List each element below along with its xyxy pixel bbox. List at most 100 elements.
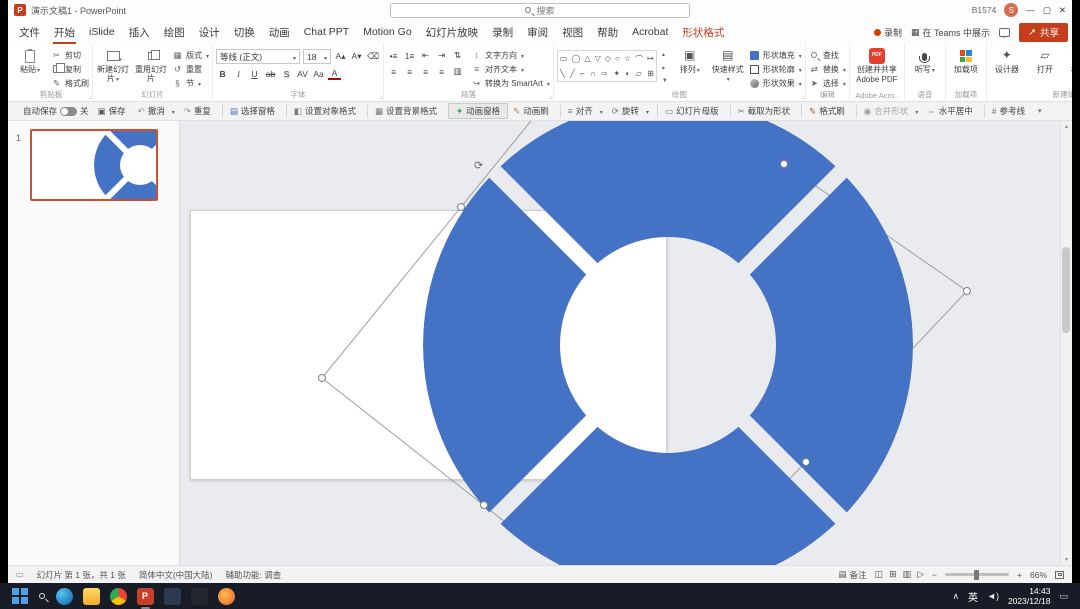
shape-option[interactable]: ↦ [647,54,654,65]
ribbon-tab[interactable]: 切换 [227,20,262,44]
section-button[interactable]: 节 [172,77,209,89]
shape-option[interactable]: ⊞ [647,69,654,78]
align-right-button[interactable] [419,65,432,78]
zoom-slider[interactable] [945,569,1010,580]
ribbon-tab[interactable]: 动画 [262,20,297,44]
maximize-button[interactable] [1043,5,1051,16]
shape-option[interactable]: ⇨ [601,69,608,78]
rotate-handle-icon[interactable]: ⟳ [474,160,483,172]
qat-overflow-button[interactable] [1038,107,1042,115]
shape-option[interactable]: ☆ [624,54,631,65]
font-color-button[interactable]: A [328,67,342,80]
taskbar-app-icon[interactable] [109,587,127,605]
qat-button[interactable]: # 参考线 [983,104,1032,118]
shape-option[interactable]: ╲ [560,69,565,78]
slide-canvas[interactable]: ⟳ [180,121,1072,565]
qat-button[interactable]: ↷ 重复 [180,104,218,118]
shape-option[interactable]: ⌒ [635,54,643,65]
taskbar-app-icon[interactable] [217,587,235,605]
numbering-button[interactable] [403,49,416,62]
ribbon-tab[interactable]: 设计 [192,20,227,44]
ribbon-tab[interactable]: 开始 [47,20,82,44]
close-button[interactable] [1059,5,1066,16]
cut-button[interactable]: 剪切 [51,49,89,61]
view-button[interactable] [917,569,924,580]
qat-button[interactable]: ▣ 保存 [94,104,133,118]
vertical-scrollbar[interactable] [1060,121,1072,565]
share-button[interactable]: 共享 [1019,22,1068,42]
search-input[interactable]: 搜索 [390,2,690,18]
ribbon-tab[interactable]: iSlide [82,20,122,44]
ribbon-tab[interactable]: Chat PPT [297,20,357,44]
shape-option[interactable]: ◇ [605,54,611,65]
notification-icon[interactable] [1059,591,1068,602]
qat-button[interactable]: ⇔ 水平居中 [923,104,980,118]
qat-button[interactable]: ↶ 撤消 [134,104,179,118]
ribbon-tab[interactable]: 形状格式 [675,20,731,44]
qat-button[interactable]: ▭ 幻灯片母版 [656,104,726,118]
smartart-button[interactable]: 转换为 SmartArt [471,77,550,89]
zoom-in-button[interactable] [1017,570,1022,580]
arrange-button[interactable]: 排列 [673,46,707,89]
text-direction-button[interactable]: 文字方向 [471,49,550,61]
ribbon-tab[interactable]: 帮助 [590,20,625,44]
ribbon-tab[interactable]: 插入 [122,20,157,44]
custom-group-button[interactable]: 设计器 [990,46,1024,89]
change-case-button[interactable]: Aa [312,67,325,80]
underline-button[interactable]: U [248,67,261,80]
zoom-out-button[interactable] [932,570,937,580]
strikethrough-button[interactable]: ab [264,67,277,80]
ribbon-tab[interactable]: 文件 [12,20,47,44]
ribbon-tab[interactable]: 视图 [555,20,590,44]
format-painter-button[interactable]: 格式刷 [51,77,89,89]
shape-option[interactable]: ✦ [613,69,620,78]
dialog-launcher-icon[interactable] [801,93,804,100]
find-button[interactable]: 查找 [809,49,846,61]
shapes-more-button[interactable] [662,78,668,84]
bold-button[interactable]: B [216,67,229,80]
ribbon-tab[interactable]: 绘图 [157,20,192,44]
dictate-button[interactable]: 听写 [908,46,942,89]
layout-button[interactable]: 版式 [172,49,209,61]
volume-icon[interactable] [987,591,999,601]
qat-button[interactable]: 自动保存 关 [16,104,93,118]
shape-outline-button[interactable]: 形状轮廓 [749,63,802,75]
text-shadow-button[interactable]: S [280,67,293,80]
selection-handle[interactable] [780,160,788,168]
language-indicator[interactable]: 简体中文(中国大陆) [139,569,213,581]
shapes-scroll-down-button[interactable] [662,65,668,72]
create-pdf-button[interactable]: PDF 创建并共享 Adobe PDF [853,46,901,89]
align-left-button[interactable] [387,65,400,78]
reuse-slides-button[interactable]: 重用幻灯片 [134,46,168,89]
zoom-slider-knob[interactable] [973,569,979,580]
selection-handle[interactable] [318,374,326,382]
shape-option[interactable]: ◐ [625,69,630,78]
donut-shape[interactable] [423,121,913,565]
fit-to-window-button[interactable] [1055,570,1064,579]
taskbar-app-icon[interactable]: P [136,587,154,609]
scrollbar-thumb[interactable] [1062,247,1070,333]
qat-button[interactable]: ✎ 动画刷 [509,104,556,118]
taskbar-search-icon[interactable] [38,593,45,599]
view-button[interactable] [903,569,912,580]
shape-option[interactable]: ∩ [590,69,596,78]
decrease-font-size-button[interactable] [350,50,363,63]
bullets-button[interactable] [387,49,400,62]
scroll-down-icon[interactable] [1065,556,1068,563]
dialog-launcher-icon[interactable] [379,93,382,100]
font-size-select[interactable]: 18 [303,49,332,64]
shape-option[interactable]: ▭ [560,54,568,65]
avatar[interactable]: S [1004,3,1019,17]
selection-handle[interactable] [457,203,465,211]
taskbar-app-icon[interactable] [163,587,181,605]
ribbon-tab[interactable]: 幻灯片放映 [419,20,486,44]
qat-button[interactable]: ◧ 设置对象格式 [285,104,363,118]
shape-option[interactable]: ◯ [571,54,580,65]
reset-button[interactable]: 重置 [172,63,209,75]
view-button[interactable] [889,569,897,580]
shapes-scroll-up-button[interactable] [662,51,668,58]
present-in-teams-button[interactable]: 在 Teams 中展示 [911,26,991,39]
view-button[interactable] [875,569,884,580]
slide-thumbnail[interactable] [30,129,158,201]
ribbon-tab[interactable]: 录制 [485,20,520,44]
